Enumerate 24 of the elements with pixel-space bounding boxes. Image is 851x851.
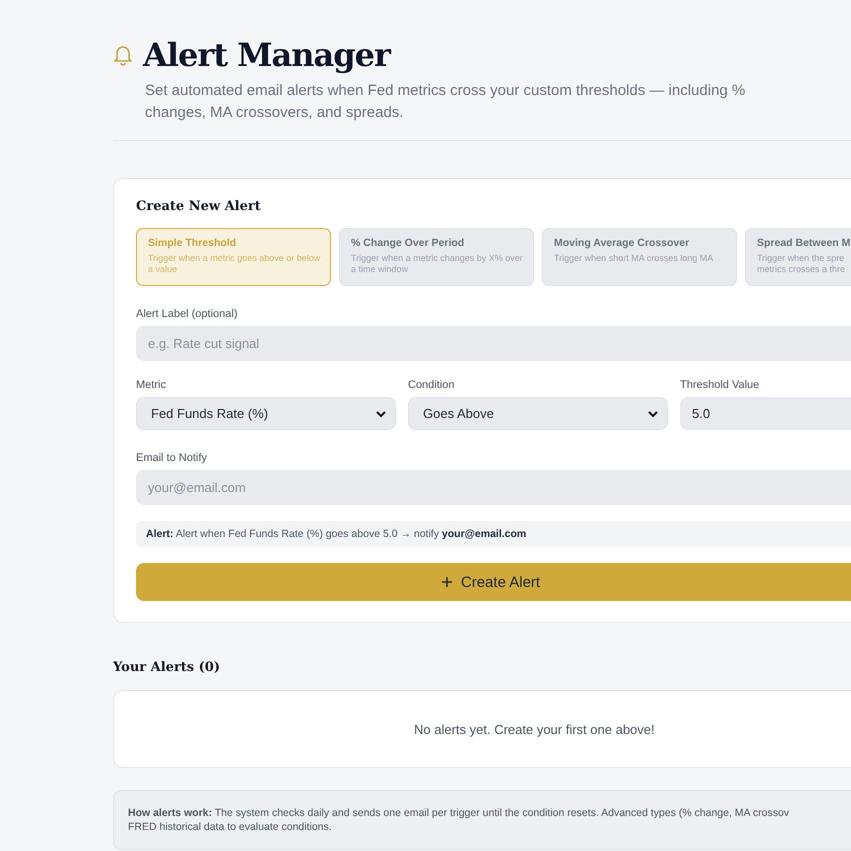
alert-summary: Alert: Alert when Fed Funds Rate (%) goes above 5.0 → notify your@email.com [136, 521, 851, 547]
bell-icon [113, 44, 133, 66]
plus-icon [440, 576, 453, 588]
field-label: Threshold Value [680, 379, 760, 391]
metric-select[interactable]: Fed Funds Rate (%) [136, 397, 396, 430]
create-alert-button[interactable]: Create Alert [136, 563, 851, 601]
info-text: How alerts work: The system checks daily and sends one email per trigger until the condition resets. Advanced types (% change, MA crossov [128, 806, 790, 820]
page-subtitle: Set automated email alerts when Fed metrics cross your custom thresholds — including % changes, MA crossovers, and spreads. [145, 81, 746, 123]
page-title: Alert Manager [143, 36, 390, 74]
field-label: Email to Notify [136, 452, 208, 464]
panel-title: Create New Alert [136, 199, 262, 214]
field-label: Alert Label (optional) [136, 308, 239, 320]
field-label: Condition [408, 379, 456, 391]
section-title: Your Alerts (0) [113, 660, 221, 675]
email-input[interactable]: your@email.com [136, 470, 851, 505]
alert-type-option[interactable]: Spread Between M Trigger when the spre metrics crosses a thre [745, 228, 851, 286]
alert-label-input[interactable]: e.g. Rate cut signal [136, 326, 851, 361]
info-text: FRED historical data to evaluate conditions. [128, 820, 333, 834]
alert-type-option[interactable]: Moving Average Crossover Trigger when short MA crosses long MA [542, 228, 737, 286]
empty-message: No alerts yet. Create your first one above! [414, 722, 655, 736]
threshold-input[interactable]: 5.0 [680, 397, 851, 430]
condition-select[interactable]: Goes Above [408, 397, 668, 430]
field-label: Metric [136, 379, 167, 391]
alert-type-option[interactable]: % Change Over Period Trigger when a metric changes by X% over a time window [339, 228, 534, 286]
